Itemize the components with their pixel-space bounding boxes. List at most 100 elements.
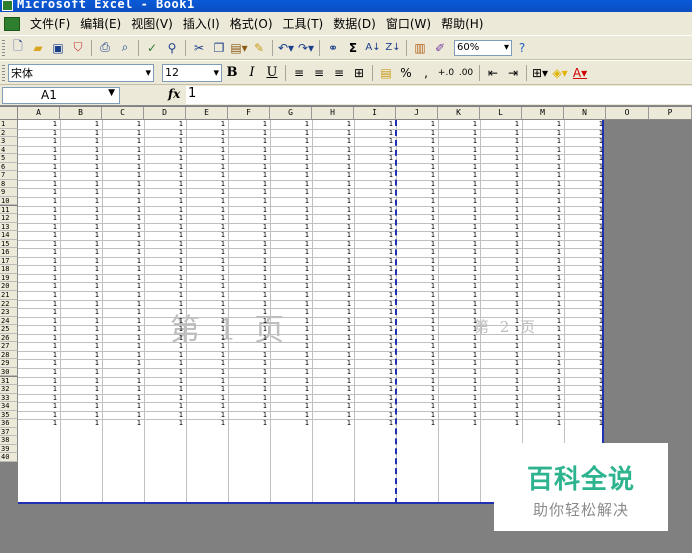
cell[interactable]: 1: [228, 359, 267, 367]
cell[interactable]: 1: [186, 120, 225, 128]
row-header-1[interactable]: 1: [0, 120, 18, 129]
cell[interactable]: 1: [18, 265, 57, 273]
print-icon[interactable]: ⎙: [96, 39, 114, 57]
cell[interactable]: 1: [312, 317, 351, 325]
cell[interactable]: 1: [354, 163, 393, 171]
cell[interactable]: 1: [186, 163, 225, 171]
row-header-33[interactable]: 33: [0, 393, 18, 403]
cell[interactable]: 1: [564, 394, 603, 402]
cell[interactable]: 1: [354, 342, 393, 350]
drawing-icon[interactable]: ✐: [431, 39, 449, 57]
currency-icon[interactable]: ▤: [377, 64, 395, 82]
font-name-select[interactable]: 宋体 ▾: [8, 63, 154, 82]
cell[interactable]: 1: [522, 197, 561, 205]
cell[interactable]: 1: [186, 206, 225, 214]
cell[interactable]: 1: [480, 359, 519, 367]
cell[interactable]: 1: [144, 146, 183, 154]
row-header-37[interactable]: 37: [0, 427, 18, 437]
decrease-decimal-icon[interactable]: .00: [457, 64, 475, 82]
column-header-o[interactable]: O: [606, 107, 649, 120]
cell[interactable]: 1: [480, 282, 519, 290]
row-header-21[interactable]: 21: [0, 291, 18, 300]
cell[interactable]: 1: [60, 300, 99, 308]
cell[interactable]: 1: [228, 129, 267, 137]
cell[interactable]: 1: [396, 163, 435, 171]
cell[interactable]: 1: [564, 377, 603, 385]
cell[interactable]: 1: [270, 206, 309, 214]
cell[interactable]: 1: [438, 274, 477, 282]
cell[interactable]: 1: [270, 197, 309, 205]
cell[interactable]: 1: [312, 240, 351, 248]
cell[interactable]: 1: [354, 137, 393, 145]
row-header-7[interactable]: 7: [0, 171, 18, 180]
cell[interactable]: 1: [186, 300, 225, 308]
cell[interactable]: 1: [228, 146, 267, 154]
cell[interactable]: 1: [270, 325, 309, 333]
cell[interactable]: 1: [228, 368, 267, 376]
cell[interactable]: 1: [18, 223, 57, 231]
cell[interactable]: 1: [144, 394, 183, 402]
cell[interactable]: 1: [102, 419, 141, 427]
cell[interactable]: 1: [186, 180, 225, 188]
cell[interactable]: 1: [228, 385, 267, 393]
cell[interactable]: 1: [480, 137, 519, 145]
autosum-button[interactable]: Σ: [344, 39, 362, 57]
cell[interactable]: 1: [564, 411, 603, 419]
cell[interactable]: 1: [102, 137, 141, 145]
cell[interactable]: 1: [270, 146, 309, 154]
cell[interactable]: 1: [312, 154, 351, 162]
cell[interactable]: 1: [102, 171, 141, 179]
cell[interactable]: 1: [102, 120, 141, 128]
cell[interactable]: 1: [102, 351, 141, 359]
cell[interactable]: 1: [438, 163, 477, 171]
cell[interactable]: 1: [438, 197, 477, 205]
cell[interactable]: 1: [480, 402, 519, 410]
menu-window[interactable]: 窗口(W): [386, 15, 431, 32]
cell[interactable]: 1: [564, 129, 603, 137]
column-header-d[interactable]: D: [144, 107, 186, 120]
cell[interactable]: 1: [228, 351, 267, 359]
row-header-4[interactable]: 4: [0, 145, 18, 155]
cell[interactable]: 1: [144, 359, 183, 367]
cell[interactable]: 1: [396, 180, 435, 188]
cell[interactable]: 1: [60, 359, 99, 367]
cell[interactable]: 1: [522, 394, 561, 402]
bold-button[interactable]: B: [223, 64, 241, 82]
cell[interactable]: 1: [438, 146, 477, 154]
cell[interactable]: 1: [228, 137, 267, 145]
cell[interactable]: 1: [522, 334, 561, 342]
cell[interactable]: 1: [396, 188, 435, 196]
cell[interactable]: 1: [186, 154, 225, 162]
cell[interactable]: 1: [396, 223, 435, 231]
cell[interactable]: 1: [354, 223, 393, 231]
cell[interactable]: 1: [564, 282, 603, 290]
cell[interactable]: 1: [438, 231, 477, 239]
cell[interactable]: 1: [438, 171, 477, 179]
cell[interactable]: 1: [480, 265, 519, 273]
cell[interactable]: 1: [228, 180, 267, 188]
cell[interactable]: 1: [522, 223, 561, 231]
cell[interactable]: 1: [564, 265, 603, 273]
row-header-13[interactable]: 13: [0, 222, 18, 232]
cell[interactable]: 1: [102, 368, 141, 376]
cell[interactable]: 1: [270, 419, 309, 427]
cell[interactable]: 1: [564, 308, 603, 316]
cell[interactable]: 1: [312, 257, 351, 265]
cell[interactable]: 1: [270, 342, 309, 350]
cell[interactable]: 1: [354, 300, 393, 308]
cell[interactable]: 1: [312, 334, 351, 342]
cell[interactable]: 1: [60, 197, 99, 205]
cell[interactable]: 1: [522, 129, 561, 137]
cell[interactable]: 1: [186, 240, 225, 248]
cell[interactable]: 1: [312, 214, 351, 222]
increase-decimal-icon[interactable]: +.0: [437, 64, 455, 82]
cell[interactable]: 1: [144, 206, 183, 214]
cell[interactable]: 1: [60, 129, 99, 137]
print-preview-icon[interactable]: ⌕: [116, 39, 134, 57]
cell[interactable]: 1: [312, 359, 351, 367]
cell[interactable]: 1: [312, 206, 351, 214]
cell[interactable]: 1: [228, 171, 267, 179]
cell[interactable]: 1: [270, 282, 309, 290]
cell[interactable]: 1: [60, 308, 99, 316]
cell[interactable]: 1: [60, 206, 99, 214]
